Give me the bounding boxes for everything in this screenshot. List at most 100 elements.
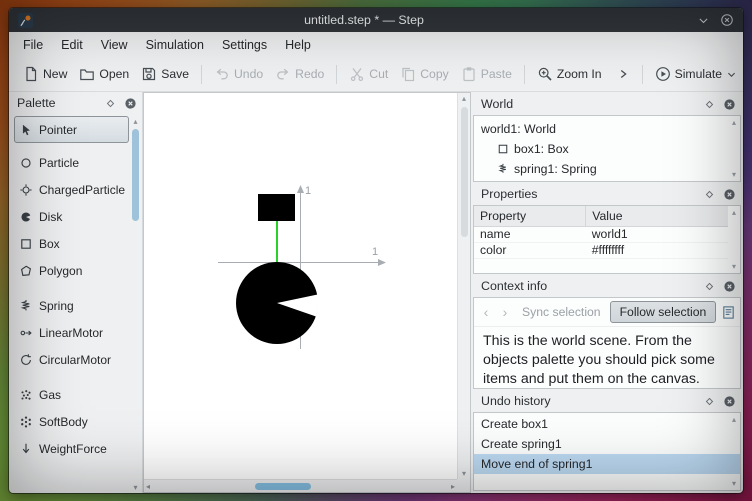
scroll-down-icon[interactable]: ▾: [732, 262, 736, 271]
follow-selection-button[interactable]: Follow selection: [609, 301, 717, 323]
undo-item-label: Create box1: [481, 417, 548, 431]
save-button[interactable]: Save: [136, 62, 194, 86]
tree-item-box1[interactable]: box1: Box: [481, 139, 726, 159]
palette-item-spring[interactable]: Spring: [14, 292, 129, 319]
palette-item-circularmotor[interactable]: CircularMotor: [14, 346, 129, 373]
redo-button[interactable]: Redo: [270, 62, 329, 86]
value-cell[interactable]: world1: [585, 226, 728, 243]
close-panel-button[interactable]: [722, 187, 737, 202]
scrollbar-corner: [457, 479, 470, 492]
scroll-up-icon[interactable]: ▴: [732, 415, 736, 424]
float-panel-button[interactable]: [103, 96, 118, 111]
scroll-up-icon[interactable]: ▴: [732, 208, 736, 217]
palette-item-chargedparticle[interactable]: ChargedParticle: [14, 176, 129, 203]
toolbar-separator: [336, 64, 338, 84]
canvas-vscroll-thumb[interactable]: [461, 107, 468, 237]
tree-item-world1[interactable]: world1: World: [481, 119, 726, 139]
new-label: New: [43, 67, 68, 81]
menu-file[interactable]: File: [14, 35, 52, 55]
palette-item-label: WeightForce: [39, 441, 107, 456]
scroll-up-icon[interactable]: ▴: [133, 117, 137, 126]
column-header-property[interactable]: Property: [474, 206, 587, 227]
undo-item-create-spring1[interactable]: Create spring1: [474, 434, 740, 454]
sync-selection-button[interactable]: Sync selection: [516, 302, 607, 322]
menu-simulation[interactable]: Simulation: [137, 35, 213, 55]
palette-item-gas[interactable]: Gas: [14, 381, 129, 408]
open-in-browser-button[interactable]: [721, 305, 736, 320]
simulate-play-icon: [655, 67, 670, 81]
scroll-up-icon[interactable]: ▴: [462, 94, 466, 103]
scroll-down-icon[interactable]: ▾: [732, 170, 736, 179]
minimize-button[interactable]: [694, 11, 712, 29]
menu-view[interactable]: View: [92, 35, 137, 55]
titlebar[interactable]: untitled.step * — Step: [9, 8, 743, 32]
cut-scissors-icon: [351, 68, 364, 82]
undo-icon: [216, 68, 228, 80]
paste-button[interactable]: Paste: [456, 62, 517, 86]
scroll-up-icon[interactable]: ▴: [732, 118, 736, 127]
palette-item-particle[interactable]: Particle: [14, 149, 129, 176]
copy-button[interactable]: Copy: [395, 62, 453, 86]
forward-button[interactable]: ›: [497, 304, 513, 320]
palette-item-box[interactable]: Box: [14, 230, 129, 257]
menu-help[interactable]: Help: [276, 35, 320, 55]
back-button[interactable]: ‹: [478, 304, 494, 320]
window-title: untitled.step * — Step: [304, 13, 424, 27]
scroll-down-icon[interactable]: ▾: [732, 479, 736, 488]
canvas-horizontal-scrollbar[interactable]: ◂ ▸: [144, 479, 457, 492]
canvas-vertical-scrollbar[interactable]: ▴ ▾: [457, 93, 470, 479]
tree-item-label: world1: World: [481, 122, 556, 136]
undo-scrollbar[interactable]: ▴ ▾: [728, 413, 740, 490]
float-panel-button[interactable]: [702, 187, 717, 202]
property-row-name[interactable]: name world1: [474, 226, 728, 243]
menu-edit[interactable]: Edit: [52, 35, 92, 55]
float-panel-button[interactable]: [702, 97, 717, 112]
canvas-hscroll-thumb[interactable]: [255, 483, 311, 490]
tree-item-spring1[interactable]: spring1: Spring: [481, 159, 726, 179]
palette-item-disk[interactable]: Disk: [14, 203, 129, 230]
close-button[interactable]: [718, 11, 736, 29]
undo-item-move-end-of-spring1[interactable]: Move end of spring1: [474, 454, 740, 474]
palette-item-polygon[interactable]: Polygon: [14, 257, 129, 284]
world-canvas[interactable]: 1 1 ▴ ▾ ◂ ▸: [143, 92, 471, 493]
palette-item-pointer[interactable]: Pointer: [14, 116, 129, 143]
palette-scrollbar-thumb[interactable]: [132, 129, 139, 221]
palette-item-softbody[interactable]: SoftBody: [14, 408, 129, 435]
gas-icon: [21, 389, 31, 400]
context-toolbar: ‹ › Sync selection Follow selection: [474, 298, 740, 327]
zoom-in-button[interactable]: Zoom In: [532, 62, 607, 86]
scroll-down-icon[interactable]: ▾: [133, 483, 137, 492]
world-scrollbar[interactable]: ▴ ▾: [728, 116, 740, 181]
close-panel-button[interactable]: [722, 394, 737, 409]
property-row-color[interactable]: color #ffffffff: [474, 242, 728, 259]
menu-settings[interactable]: Settings: [213, 35, 276, 55]
soft-body-icon: [21, 415, 31, 428]
open-button[interactable]: Open: [74, 62, 134, 86]
value-cell[interactable]: #ffffffff: [585, 242, 728, 259]
close-panel-button[interactable]: [123, 96, 138, 111]
new-button[interactable]: New: [18, 62, 72, 86]
close-panel-button[interactable]: [722, 97, 737, 112]
tree-item-label: box1: Box: [514, 142, 569, 156]
cut-button[interactable]: Cut: [344, 62, 393, 86]
palette-item-weightforce[interactable]: WeightForce: [14, 435, 129, 462]
float-panel-button[interactable]: [702, 279, 717, 294]
scroll-right-icon[interactable]: ▸: [451, 482, 455, 491]
scroll-left-icon[interactable]: ◂: [146, 482, 150, 491]
simulate-button[interactable]: Simulate: [650, 62, 742, 86]
palette-item-label: LinearMotor: [39, 325, 104, 340]
palette-body: Pointer Particle ChargedParticle Disk Bo…: [9, 114, 142, 493]
close-panel-button[interactable]: [722, 279, 737, 294]
palette-scrollbar[interactable]: ▴ ▾: [129, 116, 142, 493]
undo-item-create-box1[interactable]: Create box1: [474, 414, 740, 434]
toolbar-separator: [523, 64, 525, 84]
scroll-down-icon[interactable]: ▾: [462, 469, 466, 478]
toolbar-overflow-button[interactable]: [611, 63, 635, 85]
toolbar-separator: [641, 64, 643, 84]
column-header-value[interactable]: Value: [585, 206, 728, 227]
properties-scrollbar[interactable]: ▴ ▾: [728, 206, 740, 273]
float-panel-button[interactable]: [702, 394, 717, 409]
undo-button[interactable]: Undo: [209, 62, 268, 86]
disk-icon: [21, 211, 31, 222]
palette-item-linearmotor[interactable]: LinearMotor: [14, 319, 129, 346]
